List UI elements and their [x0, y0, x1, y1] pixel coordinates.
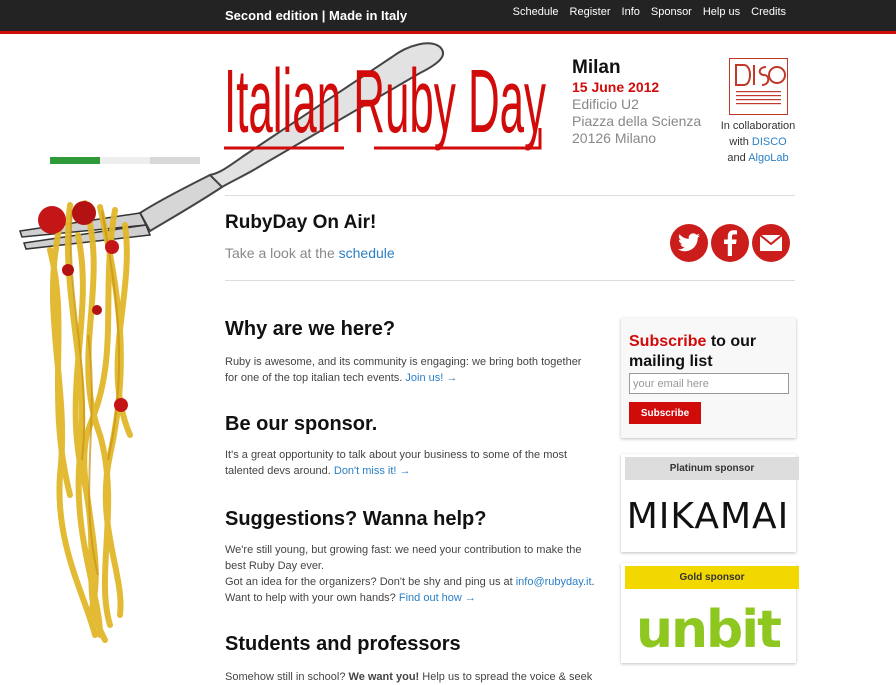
collaboration-note: In collaboration with DISCO and AlgoLab — [720, 120, 796, 164]
subscribe-button[interactable]: Subscribe — [629, 402, 701, 424]
facebook-icon[interactable] — [711, 224, 749, 262]
section-title: Be our sponsor. — [225, 413, 378, 435]
event-street: Piazza della Scienza — [572, 113, 702, 129]
social-links — [670, 224, 790, 262]
nav-sponsor[interactable]: Sponsor — [651, 6, 692, 18]
section-sponsor: Be our sponsor. It's a great opportunity… — [225, 413, 595, 479]
svg-text:MIKAMAI: MIKAMAI — [627, 496, 790, 537]
divider — [225, 280, 795, 281]
italian-ruby-day-logo: Italian Ruby Day — [224, 52, 546, 152]
subscribe-box: Subscribe to our mailing list Subscribe — [621, 318, 796, 438]
top-bar: Second edition | Made in Italy Schedule … — [0, 0, 896, 34]
platinum-sponsor-label: Platinum sponsor — [625, 457, 799, 480]
section-title: Suggestions? Wanna help? — [225, 508, 487, 530]
svg-text:unbit: unbit — [636, 600, 781, 660]
event-date: 15 June 2012 — [572, 79, 660, 95]
section-students: Students and professors Somehow still in… — [225, 633, 595, 685]
section-title: Students and professors — [225, 633, 461, 655]
top-nav: Schedule Register Info Sponsor Help us C… — [513, 6, 786, 18]
section-why: Why are we here? Ruby is awesome, and it… — [225, 318, 595, 386]
divider — [225, 195, 795, 196]
email-link[interactable]: info@rubyday.it — [516, 576, 592, 588]
nav-credits[interactable]: Credits — [751, 6, 786, 18]
join-us-link[interactable]: Join us! → — [405, 372, 457, 384]
subscribe-title: Subscribe to our mailing list — [629, 333, 757, 370]
nav-register[interactable]: Register — [570, 6, 611, 18]
section-title: Why are we here? — [225, 318, 396, 340]
nav-info[interactable]: Info — [622, 6, 640, 18]
on-air-subtitle: Take a look at the schedule — [225, 245, 395, 261]
gold-sponsor-label: Gold sponsor — [625, 566, 799, 589]
nav-schedule[interactable]: Schedule — [513, 6, 559, 18]
event-city: Milan — [572, 57, 621, 78]
tagline: Second edition | Made in Italy — [225, 8, 408, 23]
find-out-how-link[interactable]: Find out how → — [399, 592, 476, 604]
algolab-link[interactable]: AlgoLab — [748, 152, 788, 164]
on-air-title: RubyDay On Air! — [225, 212, 377, 233]
schedule-link[interactable]: schedule — [339, 245, 395, 261]
unbit-logo[interactable]: unbit — [621, 595, 796, 661]
nav-help-us[interactable]: Help us — [703, 6, 740, 18]
section-help: Suggestions? Wanna help? We're still you… — [225, 508, 595, 604]
mikamai-logo[interactable]: MIKAMAI — [621, 488, 796, 548]
twitter-icon[interactable] — [670, 224, 708, 262]
mail-icon[interactable] — [752, 224, 790, 262]
event-zip-city: 20126 Milano — [572, 130, 657, 146]
gold-sponsor-box: Gold sponsor unbit — [621, 563, 799, 663]
disco-link[interactable]: DISCO — [752, 136, 787, 148]
disco-logo — [729, 58, 788, 115]
dont-miss-it-link[interactable]: Don't miss it! → — [334, 465, 411, 477]
platinum-sponsor-box: Platinum sponsor MIKAMAI — [621, 454, 799, 552]
event-info: Milan 15 June 2012 Edificio U2 Piazza de… — [572, 57, 701, 147]
event-venue: Edificio U2 — [572, 96, 639, 112]
logo-text: Italian Ruby Day — [224, 52, 546, 152]
email-input[interactable] — [629, 373, 789, 394]
